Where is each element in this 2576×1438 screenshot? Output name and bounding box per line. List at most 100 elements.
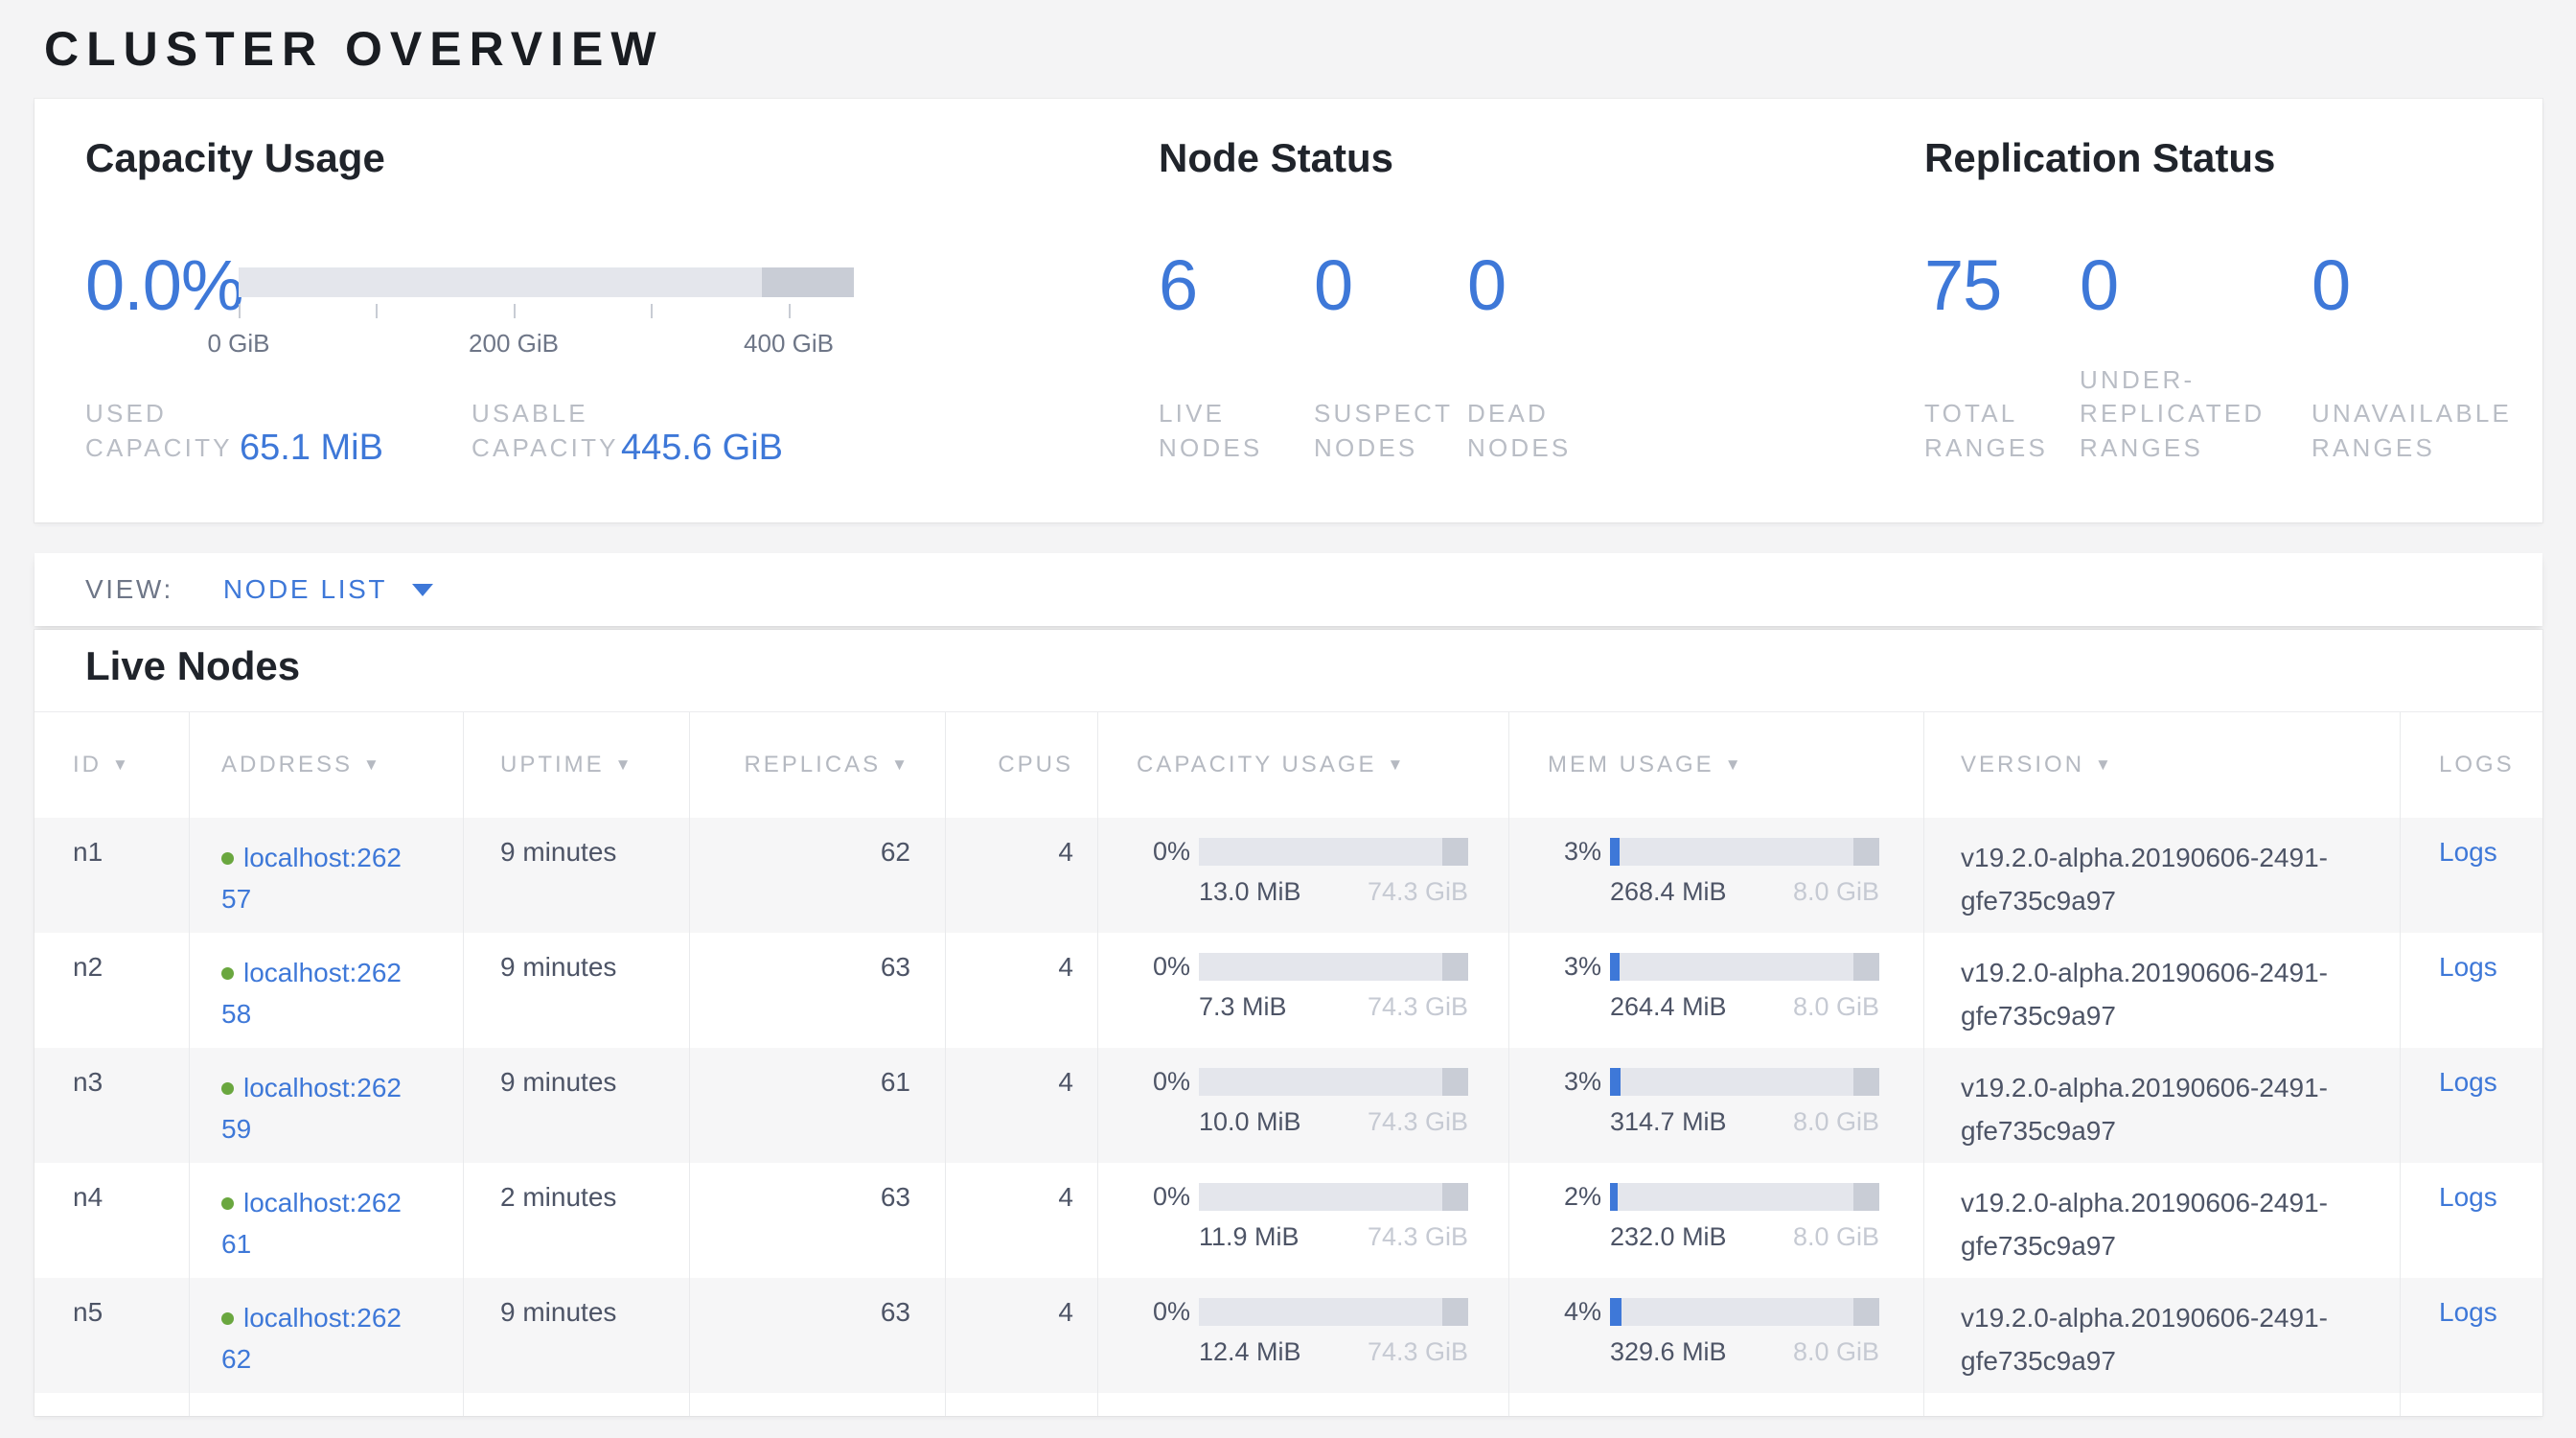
under-replicated-label: UNDER-REPLICATEDRANGES [2080,363,2265,465]
usable-capacity-value: 445.6 GiB [621,428,783,469]
sort-icon: ▼ [363,755,382,775]
total-ranges-label: TOTALRANGES [1924,397,2048,465]
node-address-link[interactable]: localhost:26257 [221,843,402,914]
node-address-cell: localhost:26258 [189,933,463,1048]
logs-link[interactable]: Logs [2439,1182,2497,1212]
node-uptime: 9 minutes [463,933,689,1048]
node-version: v19.2.0-alpha.20190606-2491-gfe735c9a97 [1961,1297,2344,1383]
sort-icon: ▼ [112,755,131,775]
col-header-id[interactable]: ID▼ [34,712,189,818]
node-cpus: 4 [945,933,1097,1048]
capacity-total-value: 74.3 GiB [1368,1107,1468,1137]
node-version-cell: v19.2.0-alpha.20190606-2491-gfe735c9a97 [1923,933,2400,1048]
view-selector-bar: VIEW: NODE LIST [34,553,2542,626]
col-header-address[interactable]: ADDRESS▼ [189,712,463,818]
dead-nodes-count: 0 [1467,250,1506,321]
mem-bar [1610,1183,1879,1211]
sort-icon: ▼ [1725,755,1744,775]
node-uptime: 9 minutes [463,818,689,933]
mem-total-value: 8.0 GiB [1793,1222,1879,1252]
node-id: n5 [34,1278,189,1393]
capacity-used-value: 12.4 MiB [1199,1337,1301,1367]
node-version-cell: v19.2.0-alpha.20190606-2491-gfe735c9a97 [1923,1163,2400,1278]
logs-link[interactable]: Logs [2439,837,2497,867]
node-mem-cell: 3% 264.4 MiB8.0 GiB [1508,933,1923,1048]
col-header-capacity[interactable]: CAPACITY USAGE▼ [1097,712,1508,818]
capacity-total-value: 74.3 GiB [1368,1337,1468,1367]
logs-link[interactable]: Logs [2439,1067,2497,1097]
page-title: CLUSTER OVERVIEW [44,21,664,77]
node-logs-cell: Logs [2400,1048,2542,1163]
view-label: VIEW: [85,574,173,605]
capacity-percent: 0% [1137,952,1190,982]
node-capacity-cell: 0% 11.9 MiB 74.3 GiB [1097,1163,1508,1278]
logs-link[interactable]: Logs [2439,1297,2497,1327]
mem-total-value: 8.0 GiB [1793,1337,1879,1367]
capacity-axis: 0 GiB 200 GiB 400 GiB [239,304,854,371]
capacity-bar [1199,1068,1468,1096]
node-cpus: 4 [945,818,1097,933]
col-header-replicas[interactable]: REPLICAS▼ [689,712,945,818]
node-status-heading: Node Status [1159,135,1393,181]
node-version: v19.2.0-alpha.20190606-2491-gfe735c9a97 [1961,952,2344,1038]
col-header-logs: LOGS [2400,712,2542,818]
node-cpus: 4 [945,1278,1097,1393]
table-row: n1 localhost:26257 9 minutes 62 4 0% 13.… [34,818,2542,933]
sort-icon: ▼ [1388,755,1407,775]
node-id: n2 [34,933,189,1048]
node-cpus: 4 [945,1048,1097,1163]
node-table: ID▼ ADDRESS▼ UPTIME▼ REPLICAS▼ CPUS CAPA… [34,711,2542,1416]
total-ranges-count: 75 [1924,250,2001,321]
table-header-row: ID▼ ADDRESS▼ UPTIME▼ REPLICAS▼ CPUS CAPA… [34,711,2542,818]
suspect-nodes-label: SUSPECTNODES [1314,397,1453,465]
col-header-uptime[interactable]: UPTIME▼ [463,712,689,818]
mem-bar [1610,1068,1879,1096]
col-header-version[interactable]: VERSION▼ [1923,712,2400,818]
live-nodes-count: 6 [1159,250,1197,321]
node-replicas: 63 [689,1278,945,1393]
mem-total-value: 8.0 GiB [1793,992,1879,1022]
sort-icon: ▼ [2095,755,2114,775]
axis-tick-label: 0 GiB [207,329,269,359]
capacity-used-value: 10.0 MiB [1199,1107,1301,1137]
table-row: n2 localhost:26258 9 minutes 63 4 0% 7.3… [34,933,2542,1048]
node-address-cell: localhost:26261 [189,1163,463,1278]
cluster-summary-card: Capacity Usage 0.0% 0 GiB 200 GiB 400 Gi… [34,99,2542,522]
capacity-total-value: 74.3 GiB [1368,1222,1468,1252]
node-logs-cell: Logs [2400,1163,2542,1278]
node-address-link[interactable]: localhost:26261 [221,1188,402,1259]
capacity-usage-bar [239,267,854,297]
node-mem-cell: 2% 232.0 MiB8.0 GiB [1508,1163,1923,1278]
capacity-total-value: 74.3 GiB [1368,877,1468,907]
mem-bar [1610,838,1879,866]
col-header-mem[interactable]: MEM USAGE▼ [1508,712,1923,818]
capacity-used-percent: 0.0% [85,250,243,321]
live-nodes-card: Live Nodes ID▼ ADDRESS▼ UPTIME▼ REPLICAS… [34,630,2542,1416]
node-version-cell: v19.2.0-alpha.20190606-2491-gfe735c9a97 [1923,818,2400,933]
live-status-icon [221,852,234,865]
node-address-link[interactable]: localhost:26262 [221,1303,402,1374]
capacity-percent: 0% [1137,1182,1190,1212]
node-mem-cell: 3% 268.4 MiB8.0 GiB [1508,818,1923,933]
capacity-used-value: 11.9 MiB [1199,1222,1300,1252]
node-address-link[interactable]: localhost:26258 [221,958,402,1029]
capacity-percent: 0% [1137,837,1190,867]
view-dropdown[interactable]: NODE LIST [223,574,387,605]
capacity-bar [1199,953,1468,981]
table-row: n5 localhost:26262 9 minutes 63 4 0% 12.… [34,1278,2542,1393]
node-replicas: 62 [689,818,945,933]
col-header-cpus[interactable]: CPUS [945,712,1097,818]
chevron-down-icon[interactable] [412,584,433,596]
node-logs-cell: Logs [2400,818,2542,933]
under-replicated-count: 0 [2080,250,2118,321]
node-mem-cell: 4% 329.6 MiB8.0 GiB [1508,1278,1923,1393]
node-uptime: 9 minutes [463,1278,689,1393]
live-status-icon [221,1082,234,1095]
mem-used-value: 264.4 MiB [1610,992,1727,1022]
node-id: n1 [34,818,189,933]
mem-used-value: 329.6 MiB [1610,1337,1727,1367]
logs-link[interactable]: Logs [2439,952,2497,982]
node-address-link[interactable]: localhost:26259 [221,1073,402,1144]
node-id: n3 [34,1048,189,1163]
mem-used-value: 314.7 MiB [1610,1107,1727,1137]
